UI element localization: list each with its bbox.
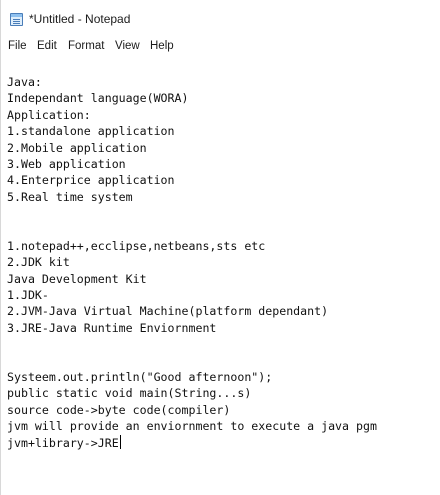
text-line: 1.notepad++,ecclipse,netbeans,sts etc — [7, 238, 266, 253]
text-line — [7, 353, 377, 369]
text-line: 3.JRE-Java Runtime Enviornment — [7, 320, 217, 335]
text-line: 2.JVM-Java Virtual Machine(platform depe… — [7, 304, 329, 319]
text-line — [7, 336, 377, 352]
menu-format[interactable]: Format — [68, 40, 104, 52]
text-line: 2.Mobile application — [7, 140, 147, 155]
text-line — [7, 222, 377, 238]
title-bar[interactable]: *Untitled - Notepad — [1, 0, 440, 36]
menu-help[interactable]: Help — [150, 40, 174, 52]
notepad-icon — [10, 13, 23, 26]
text-line: 1.JDK- — [7, 288, 49, 303]
text-line-with-caret: jvm+library->JRE — [7, 434, 377, 451]
text-line: Java: — [7, 75, 42, 89]
text-caret — [119, 434, 121, 449]
menu-bar: File Edit Format View Help — [1, 36, 440, 58]
text-line: 5.Real time system — [7, 189, 133, 204]
text-line: jvm+library->JRE — [7, 435, 119, 450]
text-line — [7, 205, 377, 221]
menu-edit[interactable]: Edit — [37, 40, 57, 52]
notepad-window: *Untitled - Notepad File Edit Format Vie… — [0, 0, 440, 495]
text-line: 4.Enterprice application — [7, 173, 175, 188]
menu-view[interactable]: View — [115, 40, 140, 52]
text-line: 2.JDK kit — [7, 255, 70, 270]
text-line: Java Development Kit — [7, 271, 147, 286]
text-editor-area[interactable]: Java: Independant language(WORA) Applica… — [1, 58, 440, 495]
window-title: *Untitled - Notepad — [29, 12, 131, 26]
text-line: public static void main(String...s) — [7, 386, 252, 401]
text-line: Systeem.out.println("Good afternoon"); — [7, 370, 273, 385]
text-line: jvm will provide an enviornment to execu… — [7, 419, 377, 434]
text-line: 3.Web application — [7, 156, 126, 171]
text-line: 1.standalone application — [7, 124, 175, 139]
editor-text[interactable]: Java: Independant language(WORA) Applica… — [7, 74, 377, 451]
menu-file[interactable]: File — [8, 40, 27, 52]
text-line: Independant language(WORA) — [7, 91, 189, 106]
text-line: source code->byte code(compiler) — [7, 402, 231, 417]
text-line: Application: — [7, 107, 91, 122]
